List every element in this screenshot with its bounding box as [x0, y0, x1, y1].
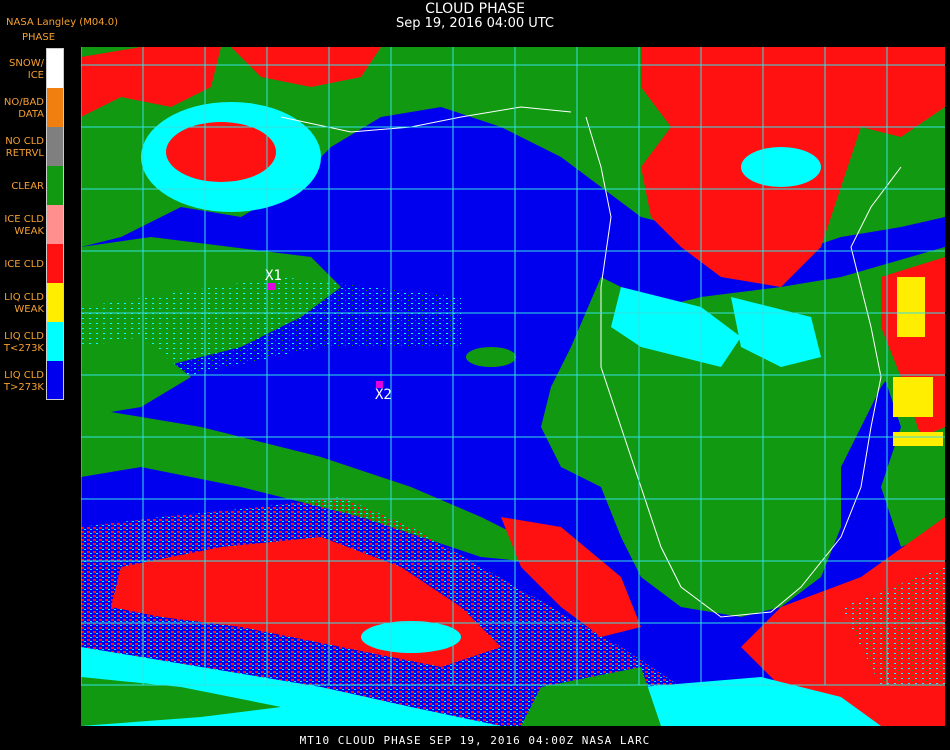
liq-weak-cloud-east-3	[893, 432, 943, 446]
legend-swatch-no-bad-data	[47, 88, 63, 127]
liq-weak-cloud-east	[897, 277, 925, 337]
legend-label-no-bad-data: NO/BAD DATA	[3, 97, 44, 120]
legend-swatch-liq-cld-weak	[47, 283, 63, 322]
legend-title: PHASE	[22, 32, 56, 43]
map-subtitle: Sep 19, 2016 04:00 UTC	[395, 16, 555, 31]
legend-label-liq-cld-warm: LIQ CLD T>273K	[3, 370, 44, 393]
provider-label: NASA Langley (M04.0)	[6, 17, 118, 28]
legend-swatch-ice-cld-weak	[47, 205, 63, 244]
legend-label-no-cld-retrvl: NO CLD RETRVL	[5, 136, 44, 159]
legend-swatch-liq-cld-cold	[47, 322, 63, 361]
legend-color-bar	[46, 48, 64, 400]
marker-x1-point[interactable]	[268, 283, 275, 290]
marker-x1-label: X1	[265, 268, 282, 284]
legend-label-ice-cld-weak: ICE CLD WEAK	[4, 214, 44, 237]
liq-weak-cloud-east-2	[893, 377, 933, 417]
legend-label-liq-cld-cold: LIQ CLD T<273K	[3, 331, 44, 354]
footer-caption: MT10 CLOUD PHASE SEP 19, 2016 04:00Z NAS…	[299, 734, 651, 747]
legend-label-snow-ice: SNOW/ ICE	[9, 58, 44, 81]
legend-swatch-clear	[47, 166, 63, 205]
legend-label-liq-cld-weak: LIQ CLD WEAK	[4, 292, 44, 315]
map-title: CLOUD PHASE	[425, 1, 525, 17]
legend-label-clear: CLEAR	[11, 181, 44, 192]
legend-swatch-liq-cld-warm	[47, 361, 63, 399]
legend-swatch-ice-cld	[47, 244, 63, 283]
red-cloud-patch-north	[166, 122, 276, 182]
cyan-patch-ne	[741, 147, 821, 187]
clear-patch-center	[466, 347, 516, 367]
legend-label-ice-cld: ICE CLD	[4, 259, 44, 270]
cloud-phase-map[interactable]	[81, 47, 945, 726]
legend-swatch-no-cld-retrvl	[47, 127, 63, 166]
cyan-patch-sw	[361, 621, 461, 653]
legend-swatch-snow-ice	[47, 49, 63, 88]
marker-x2-label: X2	[375, 387, 392, 403]
